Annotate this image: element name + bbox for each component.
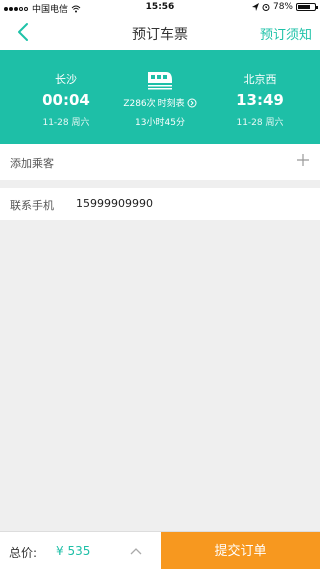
status-right: 78% [251, 2, 318, 12]
location-icon [251, 3, 259, 11]
arrival-station: 北京西 13:49 11-28 周六 [215, 50, 305, 128]
train-icon [148, 72, 172, 90]
train-number: Z286次 [123, 99, 156, 109]
contact-phone-row[interactable]: 联系手机 15999909990 [0, 188, 320, 220]
train-info: Z286次 时刻表 13小时45分 [100, 68, 220, 128]
plus-icon[interactable] [296, 153, 310, 167]
battery-percent: 78% [272, 2, 293, 12]
departure-time: 00:04 [42, 91, 90, 109]
status-bar: 中国电信 15:56 78% [0, 0, 320, 15]
train-line[interactable]: Z286次 时刻表 [100, 96, 220, 109]
chevron-up-icon[interactable] [128, 544, 144, 558]
arrival-time: 13:49 [236, 91, 284, 109]
chevron-circle-icon[interactable] [187, 98, 197, 108]
total-label: 总价: [9, 546, 38, 560]
trip-duration: 13小时45分 [135, 118, 185, 128]
order-footer: 总价: ¥ 535 提交订单 [0, 531, 320, 569]
departure-station-name: 长沙 [55, 73, 77, 86]
submit-order-button[interactable]: 提交订单 [161, 532, 320, 569]
battery-fill [298, 5, 311, 9]
timetable-link[interactable]: 时刻表 [158, 96, 185, 109]
arrival-station-name: 北京西 [243, 73, 277, 86]
contact-phone-label: 联系手机 [10, 199, 54, 212]
trip-banner: 长沙 00:04 11-28 周六 Z286次 时刻表 13小时45分 北京西 … [0, 50, 320, 144]
total-price: ¥ 535 [56, 544, 91, 558]
add-passenger-row[interactable]: 添加乘客 [0, 144, 320, 180]
departure-station: 长沙 00:04 11-28 周六 [21, 50, 111, 128]
battery-icon [296, 3, 318, 11]
departure-date: 11-28 周六 [42, 118, 90, 128]
nav-bar: 预订车票 预订须知 [0, 14, 320, 50]
booking-notice-link[interactable]: 预订须知 [260, 24, 312, 43]
alarm-icon [262, 4, 270, 11]
contact-phone-input[interactable]: 15999909990 [76, 197, 153, 210]
add-passenger-label: 添加乘客 [10, 157, 54, 170]
arrival-date: 11-28 周六 [236, 118, 284, 128]
